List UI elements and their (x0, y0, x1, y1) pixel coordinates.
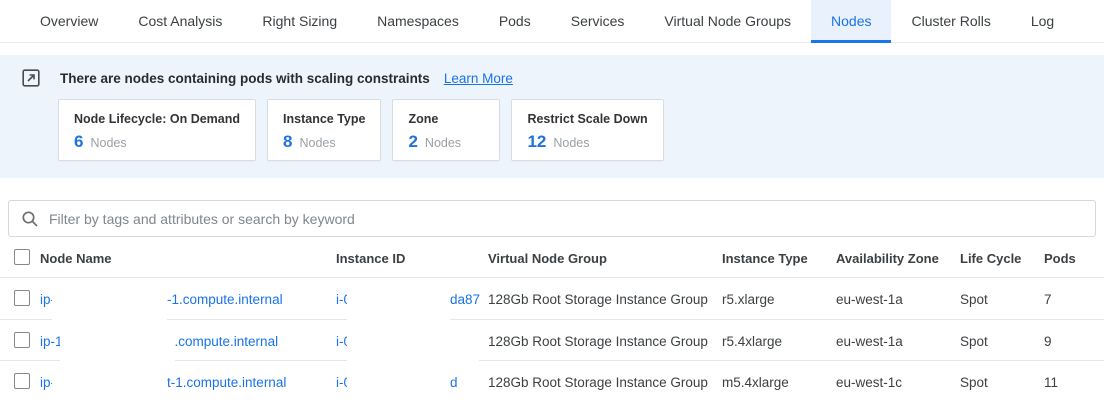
instance-id-link[interactable]: i-0da87 (336, 278, 488, 321)
instance-type-cell: r5.4xlarge (722, 334, 836, 349)
tab-label: Services (571, 13, 625, 29)
column-header-instance-type: Instance Type (722, 251, 836, 266)
availability-zone-cell: eu-west-1a (836, 334, 960, 349)
constraint-card-node-lifecycle[interactable]: Node Lifecycle: On Demand 6 Nodes (58, 99, 256, 161)
tab-label: Pods (499, 13, 531, 29)
scaling-constraints-banner: There are nodes containing pods with sca… (0, 55, 1104, 178)
node-name-link[interactable]: ip--1.compute.internal (40, 278, 336, 321)
card-node-count: 2 (408, 132, 417, 152)
learn-more-link[interactable]: Learn More (444, 71, 513, 86)
tab-cost-analysis[interactable]: Cost Analysis (118, 0, 242, 42)
redaction-box (347, 320, 479, 363)
node-name-link[interactable]: ip-t-1.compute.internal (40, 361, 336, 404)
life-cycle-cell: Spot (960, 334, 1044, 349)
card-title: Node Lifecycle: On Demand (74, 112, 240, 126)
pods-count-cell: 11 (1044, 375, 1104, 390)
tab-services[interactable]: Services (551, 0, 645, 42)
tab-label: Log (1031, 13, 1054, 29)
virtual-node-group-cell: 128Gb Root Storage Instance Group (488, 292, 722, 307)
tab-label: Nodes (831, 13, 871, 29)
search-input[interactable] (49, 211, 1083, 227)
tab-label: Overview (40, 13, 98, 29)
pods-count-cell: 7 (1044, 292, 1104, 307)
banner-message: There are nodes containing pods with sca… (60, 71, 430, 86)
nodes-table: Node Name Instance ID Virtual Node Group… (0, 240, 1104, 401)
virtual-node-group-cell: 128Gb Root Storage Instance Group (488, 375, 722, 390)
table-row[interactable]: ip--1.compute.internal i-0da87 128Gb Roo… (0, 278, 1104, 319)
pods-count-cell: 9 (1044, 334, 1104, 349)
table-header-row: Node Name Instance ID Virtual Node Group… (0, 240, 1104, 278)
redaction-box (60, 320, 175, 363)
column-header-availability-zone: Availability Zone (836, 251, 960, 266)
card-node-count: 8 (283, 132, 292, 152)
card-unit-label: Nodes (90, 136, 126, 150)
constraint-card-zone[interactable]: Zone 2 Nodes (392, 99, 500, 161)
instance-type-cell: r5.xlarge (722, 292, 836, 307)
node-name-suffix: -1.compute.internal (167, 292, 283, 307)
card-title: Zone (408, 112, 484, 126)
redaction-box (347, 361, 450, 404)
redaction-box (347, 278, 450, 321)
card-node-count: 12 (527, 132, 546, 152)
tab-label: Virtual Node Groups (664, 13, 791, 29)
redaction-box (52, 278, 167, 321)
instance-id-link[interactable]: i-0 (336, 320, 488, 363)
card-unit-label: Nodes (425, 136, 461, 150)
card-title: Restrict Scale Down (527, 112, 647, 126)
row-checkbox[interactable] (14, 373, 30, 389)
row-checkbox[interactable] (14, 290, 30, 306)
tab-pods[interactable]: Pods (479, 0, 551, 42)
life-cycle-cell: Spot (960, 292, 1044, 307)
redaction-box (52, 361, 167, 404)
tab-overview[interactable]: Overview (20, 0, 118, 42)
cluster-tab-bar: Overview Cost Analysis Right Sizing Name… (0, 0, 1104, 43)
table-row[interactable]: ip-1.compute.internal i-0 128Gb Root Sto… (0, 319, 1104, 360)
column-header-life-cycle: Life Cycle (960, 251, 1044, 266)
column-header-node-name: Node Name (40, 251, 336, 266)
card-unit-label: Nodes (299, 136, 335, 150)
instance-id-suffix: d (450, 375, 458, 390)
constraint-card-instance-type[interactable]: Instance Type 8 Nodes (267, 99, 381, 161)
instance-id-suffix: da87 (450, 292, 480, 307)
constraint-card-restrict-scale-down[interactable]: Restrict Scale Down 12 Nodes (511, 99, 663, 161)
instance-type-cell: m5.4xlarge (722, 375, 836, 390)
card-title: Instance Type (283, 112, 365, 126)
tab-nodes[interactable]: Nodes (811, 0, 891, 42)
card-unit-label: Nodes (553, 136, 589, 150)
node-name-link[interactable]: ip-1.compute.internal (40, 320, 336, 363)
column-header-instance-id: Instance ID (336, 251, 488, 266)
node-name-suffix: t-1.compute.internal (167, 375, 286, 390)
tab-virtual-node-groups[interactable]: Virtual Node Groups (644, 0, 811, 42)
tab-label: Cluster Rolls (911, 13, 990, 29)
filter-search-box[interactable] (8, 200, 1096, 237)
scaling-constraints-icon (22, 69, 40, 87)
tab-label: Namespaces (377, 13, 459, 29)
tab-label: Right Sizing (262, 13, 337, 29)
availability-zone-cell: eu-west-1a (836, 292, 960, 307)
table-row[interactable]: ip-t-1.compute.internal i-0d 128Gb Root … (0, 360, 1104, 401)
search-icon (21, 210, 39, 228)
virtual-node-group-cell: 128Gb Root Storage Instance Group (488, 334, 722, 349)
row-checkbox[interactable] (14, 332, 30, 348)
tab-namespaces[interactable]: Namespaces (357, 0, 479, 42)
tab-label: Cost Analysis (138, 13, 222, 29)
availability-zone-cell: eu-west-1c (836, 375, 960, 390)
select-all-checkbox[interactable] (14, 249, 30, 265)
instance-id-link[interactable]: i-0d (336, 361, 488, 404)
tab-cluster-rolls[interactable]: Cluster Rolls (891, 0, 1010, 42)
life-cycle-cell: Spot (960, 375, 1044, 390)
tab-log[interactable]: Log (1011, 0, 1074, 42)
column-header-virtual-node-group: Virtual Node Group (488, 251, 722, 266)
node-name-suffix: .compute.internal (175, 334, 279, 349)
tab-right-sizing[interactable]: Right Sizing (242, 0, 357, 42)
column-header-pods: Pods (1044, 251, 1104, 266)
card-node-count: 6 (74, 132, 83, 152)
